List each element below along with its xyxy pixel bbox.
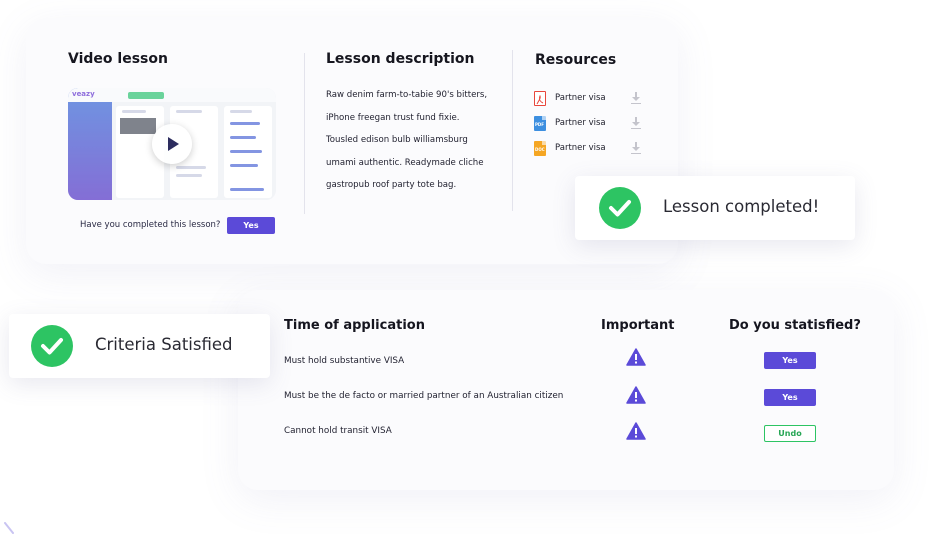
warning-icon	[626, 348, 646, 366]
criteria-row-text: Cannot hold transit VISA	[284, 426, 392, 436]
video-lesson-title: Video lesson	[68, 51, 168, 67]
description-line: umami authentic. Readymade cliche	[326, 157, 484, 168]
decorative-sparkle-icon	[4, 522, 14, 534]
check-circle-icon	[31, 325, 73, 367]
toast-message: Lesson completed!	[663, 197, 820, 216]
criteria-satisfied-toast: Criteria Satisfied	[9, 314, 270, 378]
doc-file-icon: PDF	[534, 116, 546, 131]
warning-icon	[626, 422, 646, 440]
description-line: gastropub roof party tote bag.	[326, 180, 457, 190]
divider	[304, 53, 305, 214]
criteria-row-text: Must hold substantive VISA	[284, 356, 405, 366]
resources-title: Resources	[535, 52, 617, 68]
resource-item[interactable]: DOC Partner visa	[534, 141, 646, 157]
resource-label: Partner visa	[555, 118, 606, 128]
download-icon[interactable]	[631, 92, 641, 104]
toast-message: Criteria Satisfied	[95, 335, 233, 354]
description-line: Tousled edison bulb williamsburg	[326, 135, 468, 145]
lesson-completed-toast: Lesson completed!	[575, 176, 855, 240]
description-line: iPhone freegan trust fund fixie.	[326, 112, 460, 123]
download-icon[interactable]	[631, 117, 641, 129]
check-circle-icon	[599, 187, 641, 229]
column-header-important: Important	[601, 318, 675, 333]
resource-item[interactable]: Partner visa	[534, 91, 646, 107]
lesson-question: Have you completed this lesson?	[80, 220, 221, 230]
column-header-satisfied: Do you statisfied?	[729, 318, 861, 333]
criteria-row-text: Must be the de facto or married partner …	[284, 391, 564, 401]
play-icon	[168, 137, 179, 151]
resource-label: Partner visa	[555, 143, 606, 153]
criteria-undo-button[interactable]: Undo	[764, 425, 816, 442]
criteria-yes-button[interactable]: Yes	[764, 352, 816, 369]
warning-icon	[626, 386, 646, 404]
lesson-description-title: Lesson description	[326, 51, 475, 67]
pdf-file-icon	[534, 91, 546, 106]
resource-item[interactable]: PDF Partner visa	[534, 116, 646, 132]
video-player[interactable]: veazy	[68, 88, 276, 200]
description-line: Raw denim farm-to-tabie 90's bitters,	[326, 90, 488, 100]
column-header-time: Time of application	[284, 318, 425, 333]
play-button[interactable]	[152, 124, 192, 164]
criteria-yes-button[interactable]: Yes	[764, 389, 816, 406]
orange-file-icon: DOC	[534, 141, 546, 156]
resource-label: Partner visa	[555, 93, 606, 103]
lesson-yes-button[interactable]: Yes	[227, 217, 275, 234]
divider	[512, 50, 513, 211]
download-icon[interactable]	[631, 142, 641, 154]
lesson-description-text: Raw denim farm-to-tabie 90's bitters, iP…	[326, 84, 506, 197]
